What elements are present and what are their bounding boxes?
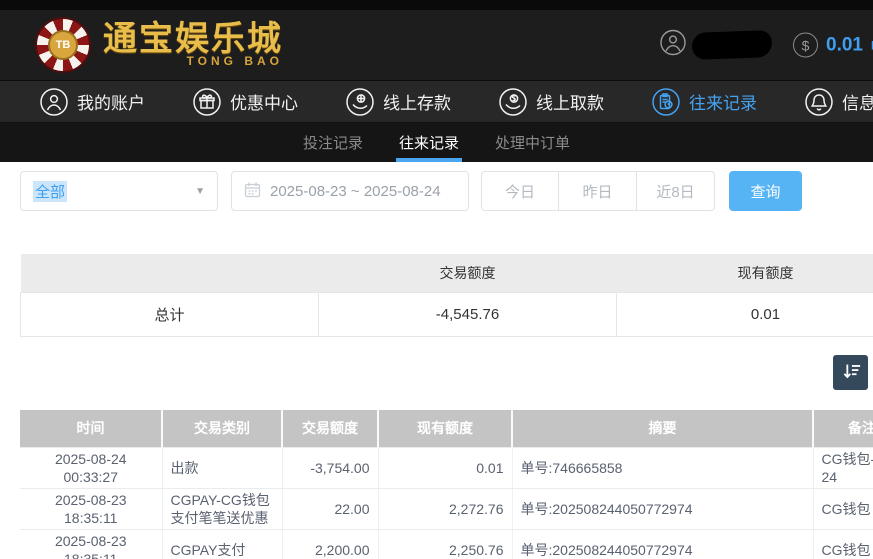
summary-balance-total: 0.01 [616,291,873,337]
table-row: 2025-08-23 18:35:11 CGPAY-CG钱包支付笔笔送优惠 22… [20,488,873,530]
type-dropdown-value: 全部 [33,180,68,202]
summary-total-row: 总计 -4,545.76 0.01 [20,291,873,337]
summary-table: 交易额度 现有额度 总计 -4,545.76 0.01 [20,254,873,337]
casino-chip-icon: TB [35,17,91,73]
cell-type: 出款 [162,447,283,489]
gift-icon [193,87,221,116]
cell-amount: 2,200.00 [282,529,379,559]
date-range-input[interactable]: 2025-08-23 ~ 2025-08-24 [231,171,469,211]
date-range-value: 2025-08-23 ~ 2025-08-24 [270,182,441,200]
cell-remark: CG钱包 [813,529,873,559]
tab-bet-records[interactable]: 投注记录 [303,123,363,162]
nav-label: 线上取款 [536,94,604,113]
username-redacted [691,30,773,60]
nav-label: 往来记录 [689,94,757,113]
col-header-amount: 交易额度 [282,409,379,448]
cell-time: 2025-08-23 18:35:11 [20,529,163,559]
quick-date-group: 今日 昨日 近8日 [481,171,715,211]
yesterday-button[interactable]: 昨日 [559,171,637,211]
last-8-days-button[interactable]: 近8日 [637,171,715,211]
withdraw-hand-coin-icon [499,87,527,116]
cell-type: CGPAY支付 [162,529,283,559]
cell-summary: 单号:202508244050772974 [512,529,814,559]
records-clipboard-icon [652,87,680,116]
content-area: 全部 ▼ 2025-08-23 ~ 2025-08-24 今日 昨日 近8日 查… [0,171,873,559]
type-dropdown[interactable]: 全部 ▼ [20,171,218,211]
cell-summary: 单号:202508244050772974 [512,488,814,530]
cell-amount: 22.00 [282,488,379,530]
col-header-balance: 现有额度 [378,409,513,448]
brand-title: 通宝娱乐城 [103,20,283,58]
nav-label: 优惠中心 [230,94,298,113]
nav-item-my-account[interactable]: 我的账户 [40,87,145,116]
nav-item-promotions[interactable]: 优惠中心 [193,87,298,116]
cell-balance: 0.01 [378,447,513,489]
cell-time: 2025-08-23 18:35:11 [20,488,163,530]
nav-item-messages[interactable]: 信息公告 [805,87,873,116]
brand-logo[interactable]: TB 通宝娱乐城 TONG BAO [0,17,283,73]
cell-summary: 单号:746665858 [512,447,814,489]
table-row: 2025-08-24 00:33:27 出款 -3,754.00 0.01 单号… [20,447,873,489]
cell-type: CGPAY-CG钱包支付笔笔送优惠 [162,488,283,530]
account-area[interactable] [660,29,773,61]
main-nav: 我的账户 优惠中心 线上存款 线上取款 往来记录 信息 [0,80,873,123]
summary-header-balance: 现有额度 [616,254,873,292]
col-header-type: 交易类别 [162,409,283,448]
sort-descending-icon [840,360,862,385]
cell-amount: -3,754.00 [282,447,379,489]
chevron-down-icon: ▼ [195,185,205,197]
summary-transaction-total: -4,545.76 [318,291,617,337]
record-tabs: 投注记录 往来记录 处理中订单 [0,123,873,162]
sort-descending-button[interactable] [833,354,868,390]
summary-header-row: 交易额度 现有额度 [20,254,873,292]
today-button[interactable]: 今日 [481,171,559,211]
app-header: TB 通宝娱乐城 TONG BAO $ 0.01 RMB [0,10,873,80]
col-header-time: 时间 [20,409,163,448]
nav-item-withdraw[interactable]: 线上取款 [499,87,604,116]
cell-remark: CG钱包 [813,488,873,530]
deposit-hand-coin-icon [346,87,374,116]
bell-icon [805,87,833,116]
nav-label: 线上存款 [383,94,451,113]
user-account-icon [40,87,68,116]
calendar-icon [244,181,261,202]
balance-amount: 0.01 [826,34,863,55]
nav-item-transactions[interactable]: 往来记录 [652,87,757,116]
table-header-row: 时间 交易类别 交易额度 现有额度 摘要 备注 [20,409,873,448]
user-icon [660,29,686,61]
tab-pending-orders[interactable]: 处理中订单 [495,123,570,162]
cell-time: 2025-08-24 00:33:27 [20,447,163,489]
top-strip [0,0,873,10]
nav-label: 信息公告 [842,94,873,113]
cell-balance: 2,250.76 [378,529,513,559]
summary-header-transaction: 交易额度 [318,254,617,292]
nav-label: 我的账户 [77,94,145,113]
col-header-remark: 备注 [813,409,873,448]
sort-row [20,354,868,390]
dollar-coin-icon: $ [793,32,818,58]
search-button[interactable]: 查询 [729,171,802,211]
cell-remark: CG钱包- 24 [813,447,873,489]
cell-balance: 2,272.76 [378,488,513,530]
transactions-table: 时间 交易类别 交易额度 现有额度 摘要 备注 2025-08-24 00:33… [20,409,873,559]
filter-row: 全部 ▼ 2025-08-23 ~ 2025-08-24 今日 昨日 近8日 查… [20,171,853,211]
balance-display: $ 0.01 RMB [793,32,873,58]
chip-monogram: TB [48,30,78,60]
col-header-summary: 摘要 [512,409,814,448]
nav-item-deposit[interactable]: 线上存款 [346,87,451,116]
summary-header-blank [20,254,319,292]
table-row: 2025-08-23 18:35:11 CGPAY支付 2,200.00 2,2… [20,529,873,559]
brand-subtitle: TONG BAO [186,54,283,68]
summary-total-label: 总计 [20,291,319,337]
tab-transaction-records[interactable]: 往来记录 [395,123,463,162]
